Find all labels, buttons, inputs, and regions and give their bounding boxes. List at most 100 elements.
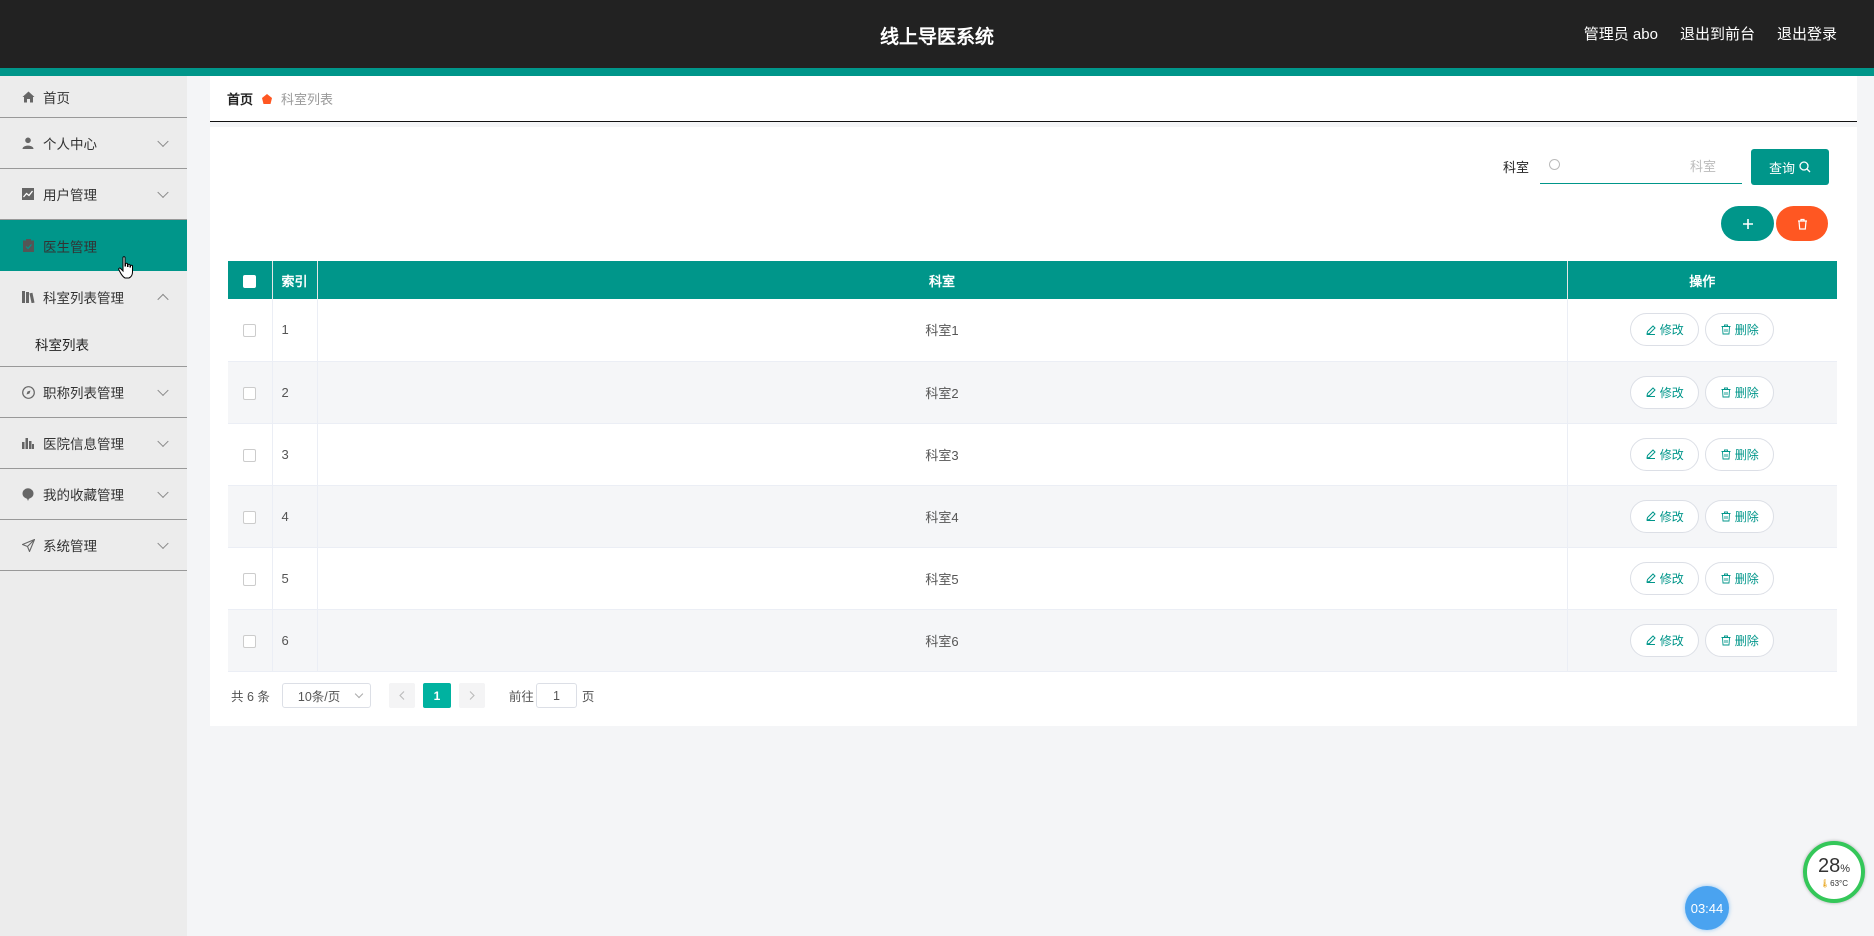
row-select-cell[interactable]: [228, 485, 273, 548]
row-checkbox[interactable]: [243, 386, 257, 400]
page-size-value: 10条/页: [297, 690, 341, 704]
breadcrumb-separator-icon: [261, 93, 273, 105]
sidebar-item-label: 首页: [43, 90, 70, 106]
select-all-checkbox[interactable]: [243, 274, 257, 288]
row-ops: 修改 删除: [1567, 609, 1837, 672]
prev-page-button[interactable]: [388, 683, 415, 708]
gauge-value: 28%: [1818, 856, 1850, 879]
breadcrumb-home[interactable]: 首页: [227, 89, 253, 108]
query-button[interactable]: 查询: [1751, 149, 1829, 185]
row-dept-name: 科室6: [317, 609, 1568, 672]
header-accent-stripe: [0, 68, 1874, 76]
sidebar-item-home[interactable]: 首页: [0, 76, 187, 118]
row-dept-name: 科室1: [317, 299, 1568, 362]
dept-table: 索引 科室 操作 1 科室1 修改 删除 2 科室2 修改 删除 3 科室3 修改 删除 4 科室4 修改删…: [228, 261, 1837, 672]
edit-label: 修改: [1659, 509, 1684, 524]
row-select-cell[interactable]: [228, 609, 273, 672]
sidebar-item-favorites-management[interactable]: 我的收藏管理: [0, 469, 187, 520]
edit-button[interactable]: 修改: [1630, 499, 1700, 533]
delete-button[interactable]: 删除: [1705, 375, 1775, 409]
row-ops: 修改 删除: [1567, 547, 1837, 610]
row-index: 3: [272, 423, 318, 486]
chevron-down-icon: [157, 384, 169, 397]
delete-button[interactable]: 删除: [1705, 623, 1775, 657]
row-checkbox[interactable]: [243, 572, 257, 586]
top-links: 管理员 abo 退出到前台 退出登录: [1584, 23, 1837, 44]
row-select-cell[interactable]: [228, 299, 273, 362]
edit-button[interactable]: 修改: [1630, 561, 1700, 595]
sidebar-item-user-management[interactable]: 用户管理: [0, 169, 187, 220]
search-label: 科室: [1503, 160, 1530, 175]
row-select-cell[interactable]: [228, 361, 273, 424]
edit-icon: [1646, 325, 1656, 335]
page-size-select[interactable]: 10条/页: [281, 683, 371, 708]
search-icon: [1799, 161, 1811, 173]
row-checkbox[interactable]: [243, 510, 257, 524]
trash-icon: [1721, 635, 1731, 645]
row-checkbox[interactable]: [243, 634, 257, 648]
edit-button[interactable]: 修改: [1630, 623, 1700, 657]
chevron-up-icon: [157, 293, 169, 305]
table-row: 1 科室1 修改 删除: [228, 299, 1837, 362]
row-select-cell[interactable]: [228, 547, 273, 610]
logout-link[interactable]: 退出登录: [1777, 23, 1837, 44]
sidebar-item-dept-list-management[interactable]: 科室列表管理: [0, 271, 187, 322]
trash-icon: [1721, 511, 1731, 521]
delete-label: 删除: [1734, 447, 1759, 462]
compass-icon: [21, 385, 35, 399]
delete-label: 删除: [1734, 571, 1759, 586]
table-row: 3 科室3 修改 删除: [228, 423, 1837, 486]
row-select-cell[interactable]: [228, 423, 273, 486]
sidebar-item-label: 我的收藏管理: [43, 488, 124, 503]
goto-suffix: 页: [581, 690, 595, 704]
sidebar-item-title-list-management[interactable]: 职称列表管理: [0, 367, 187, 418]
edit-button[interactable]: 修改: [1630, 313, 1700, 347]
front-link[interactable]: 退出到前台: [1680, 23, 1755, 44]
sidebar-item-system-management[interactable]: 系统管理: [0, 520, 187, 571]
delete-button[interactable]: 删除: [1705, 561, 1775, 595]
add-button[interactable]: [1721, 206, 1774, 241]
chevron-down-icon: [157, 186, 169, 199]
sidebar-subitem-label: 科室列表: [35, 338, 89, 353]
edit-icon: [1646, 511, 1656, 521]
edit-icon: [1646, 449, 1656, 459]
sidebar-item-label: 医院信息管理: [43, 437, 124, 452]
row-checkbox[interactable]: [243, 324, 257, 338]
next-page-button[interactable]: [458, 683, 485, 708]
sidebar-item-label: 用户管理: [43, 188, 97, 203]
delete-label: 删除: [1734, 509, 1759, 524]
pager-total: 共 6 条: [231, 690, 270, 704]
admin-label[interactable]: 管理员 abo: [1584, 23, 1658, 44]
sidebar-item-doctor-management[interactable]: 医生管理: [0, 220, 187, 271]
sidebar-item-personal-center[interactable]: 个人中心: [0, 118, 187, 169]
table-row: 4 科室4 修改 删除: [228, 485, 1837, 548]
trash-icon: [1721, 324, 1731, 335]
row-dept-name: 科室3: [317, 423, 1568, 486]
search-input[interactable]: [1540, 149, 1742, 183]
sidebar-subitem-dept-list[interactable]: 科室列表: [0, 322, 187, 367]
chevron-down-icon: [157, 435, 169, 448]
edit-button[interactable]: 修改: [1630, 375, 1700, 409]
delete-button[interactable]: 删除: [1705, 437, 1775, 471]
top-header: 线上导医系统 管理员 abo 退出到前台 退出登录: [0, 0, 1874, 68]
batch-delete-button[interactable]: [1776, 206, 1828, 241]
sidebar-item-hospital-info-management[interactable]: 医院信息管理: [0, 418, 187, 469]
goto-page-input[interactable]: [535, 683, 577, 708]
cpu-gauge-widget[interactable]: 28% 🌡63°C: [1803, 841, 1865, 903]
gauge-percent: 28: [1817, 855, 1841, 877]
page-number-current[interactable]: 1: [422, 683, 451, 708]
sidebar-item-label: 医生管理: [43, 239, 97, 255]
row-index: 1: [272, 299, 318, 362]
row-ops: 修改 删除: [1567, 299, 1837, 362]
clock-widget[interactable]: 03:44: [1685, 886, 1729, 930]
thermometer-icon: 🌡: [1819, 879, 1831, 888]
delete-button[interactable]: 删除: [1705, 499, 1775, 533]
trash-icon: [1721, 573, 1731, 583]
header-ops: 操作: [1567, 261, 1837, 299]
edit-button[interactable]: 修改: [1630, 437, 1700, 471]
chevron-left-icon: [399, 691, 405, 700]
balloon-icon: [21, 487, 35, 501]
header-select-all[interactable]: [228, 261, 273, 299]
delete-button[interactable]: 删除: [1705, 313, 1775, 347]
row-checkbox[interactable]: [243, 448, 257, 462]
